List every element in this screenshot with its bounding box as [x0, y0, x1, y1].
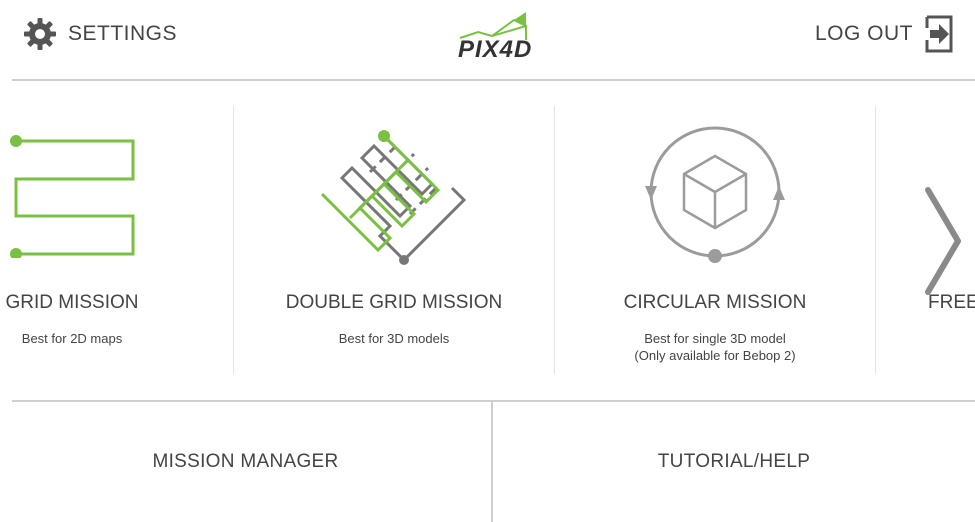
grid-mission-icon: [10, 135, 135, 258]
header-divider: [12, 79, 975, 81]
logout-label: LOG OUT: [814, 22, 913, 45]
logo-text: PIX4D: [458, 36, 532, 62]
mission-carousel: GRID MISSION Best for 2D maps DOUBLE GRI…: [0, 106, 975, 374]
mission-manager-label: MISSION MANAGER: [152, 451, 339, 472]
logout-button[interactable]: LOG OUT: [815, 14, 957, 54]
mission-title: DOUBLE GRID MISSION: [285, 292, 503, 313]
mission-desc-line: Best for 3D models: [338, 331, 450, 346]
pix4d-logo: PIX4D: [456, 10, 538, 63]
double-grid-mission-icon: [320, 130, 467, 265]
logout-icon: [921, 14, 957, 54]
settings-button[interactable]: SETTINGS: [22, 14, 177, 54]
chevron-right-icon[interactable]: [920, 186, 964, 296]
settings-label: SETTINGS: [68, 22, 178, 45]
mission-manager-button[interactable]: MISSION MANAGER: [0, 402, 491, 522]
gear-icon: [22, 16, 58, 52]
mission-card-circular[interactable]: CIRCULAR MISSION Best for single 3D mode…: [555, 106, 875, 374]
mission-desc-line: Best for single 3D model: [644, 331, 786, 346]
mission-desc-line: Best for 2D maps: [21, 331, 123, 346]
mission-title: CIRCULAR MISSION: [623, 292, 807, 313]
mission-desc: Best for single 3D model (Only available…: [555, 330, 875, 364]
mission-title: GRID MISSION: [5, 292, 139, 313]
tutorial-help-button[interactable]: TUTORIAL/HELP: [493, 402, 975, 522]
mission-card-double-grid[interactable]: DOUBLE GRID MISSION Best for 3D models: [234, 106, 554, 374]
mission-desc-line: (Only available for Bebop 2): [634, 348, 796, 363]
mission-desc: Best for 2D maps: [0, 330, 232, 347]
tutorial-help-label: TUTORIAL/HELP: [657, 451, 811, 472]
mission-card-grid[interactable]: GRID MISSION Best for 2D maps: [0, 106, 232, 374]
circular-mission-icon: [645, 126, 785, 263]
mission-desc: Best for 3D models: [234, 330, 554, 347]
